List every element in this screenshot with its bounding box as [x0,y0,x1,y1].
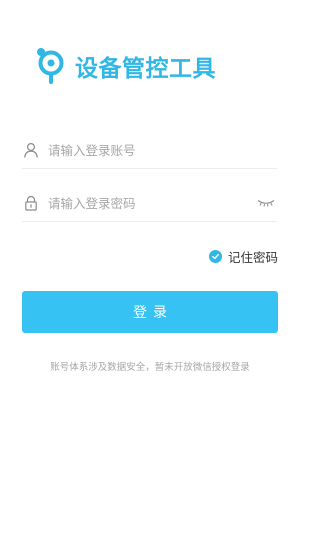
password-input[interactable] [48,195,255,211]
password-field [22,185,277,222]
username-field [22,132,277,169]
eye-closed-icon[interactable] [255,196,277,210]
wechat-login-notice: 账号体系涉及数据安全，暂未开放微信授权登录 [50,362,250,373]
username-input[interactable] [48,142,277,158]
login-screen: 设备管控工具 请输入登录账号 记住密码 登录 账号体系涉及数据安全，暂未开放微信… [0,0,300,533]
login-button[interactable]: 登录 [22,291,278,333]
remember-password-toggle[interactable]: 记住密码 [208,247,278,266]
remember-password-label: 记住密码 [227,250,278,265]
user-icon [22,141,40,159]
check-icon[interactable] [208,250,222,263]
brand-header: 设备管控工具 [35,46,216,86]
app-title: 设备管控工具 [75,56,216,82]
location-pin-logo-icon [37,48,64,84]
lock-icon [22,194,40,212]
